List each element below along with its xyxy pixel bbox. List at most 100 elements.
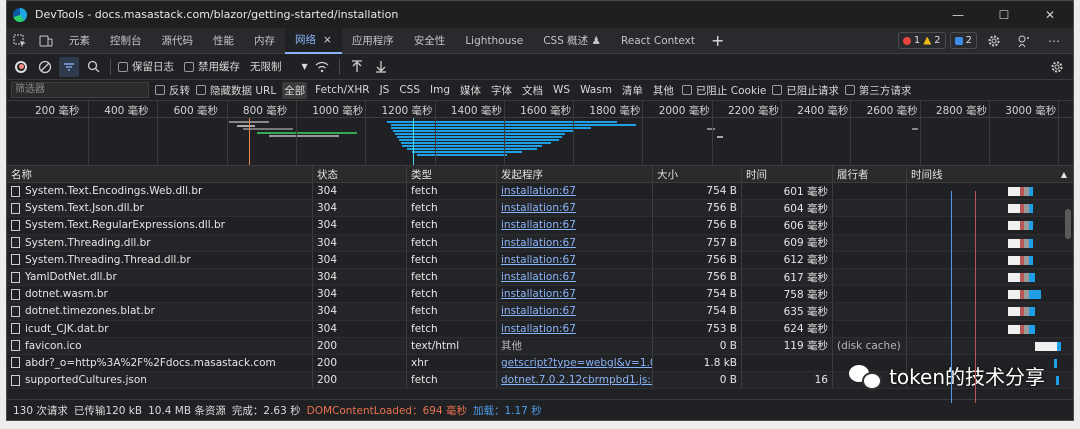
filter-type-other[interactable]: 其他 xyxy=(651,82,676,99)
header-size[interactable]: 大小 xyxy=(653,166,742,182)
tab-network[interactable]: 网络 × xyxy=(285,27,342,54)
table-row[interactable]: System.Text.RegularExpressions.dll.br 304… xyxy=(7,217,1073,235)
filter-type-ws[interactable]: WS xyxy=(551,83,572,97)
close-window-button[interactable]: ✕ xyxy=(1027,1,1073,28)
header-fulfilled-by[interactable]: 履行者 xyxy=(833,166,907,182)
filter-type-media[interactable]: 媒体 xyxy=(458,82,483,99)
cell-size: 754 B xyxy=(653,303,742,320)
customize-devtools-icon[interactable] xyxy=(1011,28,1037,54)
settings-gear-icon[interactable] xyxy=(981,28,1007,54)
inspect-element-icon[interactable] xyxy=(7,28,33,54)
cell-initiator[interactable]: installation:67 xyxy=(497,217,653,234)
tab-console[interactable]: 控制台 xyxy=(100,28,152,54)
table-row[interactable]: dotnet.wasm.br 304 fetch installation:67 754… xyxy=(7,286,1073,304)
cell-initiator[interactable]: installation:67 xyxy=(497,200,653,217)
status-text: 200 xyxy=(317,356,338,369)
cell-name: supportedCultures.json xyxy=(7,372,313,389)
table-row[interactable]: System.Threading.Thread.dll.br 304 fetch in… xyxy=(7,251,1073,269)
table-row[interactable]: favicon.ico 200 text/html 其他 0 B 119 毫秒 (disk … xyxy=(7,337,1073,355)
filter-type-wasm[interactable]: Wasm xyxy=(578,83,614,97)
device-emulation-icon[interactable] xyxy=(33,28,59,54)
table-row[interactable]: System.Text.Encodings.Web.dll.br 304 fetch… xyxy=(7,183,1073,201)
filter-type-css[interactable]: CSS xyxy=(397,83,422,97)
cell-initiator[interactable]: installation:67 xyxy=(497,234,653,251)
minimize-button[interactable]: — xyxy=(935,1,981,28)
header-name[interactable]: 名称 xyxy=(7,166,313,182)
filter-toggle-button[interactable] xyxy=(59,56,79,77)
close-tab-icon[interactable]: × xyxy=(323,34,332,46)
filter-input[interactable]: 筛选器 xyxy=(11,82,149,98)
tab-css-overview[interactable]: CSS 概述 ♟ xyxy=(533,28,611,54)
filter-type-manifest[interactable]: 清单 xyxy=(620,82,645,99)
cell-initiator[interactable]: installation:67 xyxy=(497,251,653,268)
tab-elements[interactable]: 元素 xyxy=(59,28,100,54)
filter-type-img[interactable]: Img xyxy=(428,83,452,97)
tab-application[interactable]: 应用程序 xyxy=(342,28,404,54)
network-overview[interactable]: 200 毫秒 400 毫秒 600 毫秒 800 毫秒 1000 毫秒 1200 毫秒 14… xyxy=(7,101,1073,166)
table-row[interactable]: icudt_CJK.dat.br 304 fetch installation:67 7… xyxy=(7,320,1073,338)
tab-lighthouse[interactable]: Lighthouse xyxy=(455,28,533,54)
tab-performance[interactable]: 性能 xyxy=(203,28,244,54)
info-badge[interactable]: 2 xyxy=(949,32,977,49)
filter-type-fetch-xhr[interactable]: Fetch/XHR xyxy=(313,83,371,97)
record-button[interactable] xyxy=(11,57,31,77)
disable-cache-checkbox[interactable]: 禁用缓存 xyxy=(184,59,240,74)
header-initiator[interactable]: 发起程序 xyxy=(497,166,653,182)
cell-initiator[interactable]: getscript?type=webgl&v=1.0&a... xyxy=(497,354,653,372)
filter-type-all[interactable]: 全部 xyxy=(282,81,308,99)
tab-react-context[interactable]: React Context xyxy=(611,28,705,54)
header-time[interactable]: 时间 xyxy=(742,166,833,182)
header-status[interactable]: 状态 xyxy=(313,166,407,182)
add-tab-icon[interactable]: + xyxy=(705,31,730,50)
cell-initiator[interactable]: 其他 xyxy=(497,337,653,354)
table-scrollbar[interactable] xyxy=(1065,209,1071,239)
network-conditions-wifi-icon[interactable] xyxy=(312,57,332,77)
warning-icon xyxy=(923,36,932,45)
throttling-select[interactable]: 无限制 ▼ xyxy=(250,59,308,74)
more-options-icon[interactable]: ⋯ xyxy=(1041,28,1067,54)
cell-initiator[interactable]: installation:67 xyxy=(497,286,653,303)
filter-type-js[interactable]: JS xyxy=(378,83,392,97)
title-bar: DevTools - docs.masastack.com/blazor/get… xyxy=(7,1,1073,28)
blocked-cookies-checkbox[interactable]: 已阻止 Cookie xyxy=(681,83,766,98)
issues-badge[interactable]: 1 2 xyxy=(897,32,946,49)
hide-data-urls-checkbox[interactable]: 隐藏数据 URL xyxy=(196,83,276,98)
cell-waterfall xyxy=(907,235,1071,251)
tab-security[interactable]: 安全性 xyxy=(404,28,456,54)
cell-initiator[interactable]: installation:67 xyxy=(497,183,653,200)
name-text: System.Text.Json.dll.br xyxy=(25,202,144,215)
cell-size: 0 B xyxy=(653,337,742,354)
tab-sources[interactable]: 源代码 xyxy=(152,28,204,54)
cell-waterfall xyxy=(907,183,1071,199)
table-row[interactable]: YamlDotNet.dll.br 304 fetch installation:67… xyxy=(7,268,1073,287)
export-har-icon[interactable] xyxy=(371,57,391,77)
network-settings-gear-icon[interactable] xyxy=(1047,57,1067,77)
preserve-log-checkbox[interactable]: 保留日志 xyxy=(118,59,174,74)
tab-memory[interactable]: 内存 xyxy=(244,28,285,54)
invert-checkbox[interactable]: 反转 xyxy=(155,83,190,98)
clear-button[interactable] xyxy=(35,57,55,77)
search-button[interactable] xyxy=(83,57,103,77)
header-type[interactable]: 类型 xyxy=(407,166,497,182)
maximize-button[interactable]: ☐ xyxy=(981,1,1027,28)
cell-fulfilled xyxy=(833,320,907,337)
third-party-checkbox[interactable]: 第三方请求 xyxy=(844,83,911,98)
type-text: fetch xyxy=(411,185,438,198)
header-waterfall[interactable]: 时间线 ▲ xyxy=(907,166,1071,182)
cell-status: 304 xyxy=(313,183,407,200)
cell-initiator[interactable]: dotnet.7.0.2.12cbrmpbd1.js:5 xyxy=(497,372,653,389)
initiator-text: getscript?type=webgl&v=1.0&a... xyxy=(501,356,652,369)
cell-initiator[interactable]: installation:67 xyxy=(497,268,653,286)
blocked-requests-checkbox[interactable]: 已阻止请求 xyxy=(772,83,839,98)
table-row[interactable]: System.Text.Json.dll.br 304 fetch installat… xyxy=(7,200,1073,218)
overview-request-bar xyxy=(391,127,591,129)
waterfall-download-bar xyxy=(1057,341,1061,351)
table-row[interactable]: System.Threading.dll.br 304 fetch installat… xyxy=(7,234,1073,252)
time-text: 16 xyxy=(814,374,828,387)
table-row[interactable]: dotnet.timezones.blat.br 304 fetch installa… xyxy=(7,303,1073,321)
filter-type-font[interactable]: 字体 xyxy=(489,82,514,99)
filter-type-doc[interactable]: 文档 xyxy=(520,82,545,99)
import-har-icon[interactable] xyxy=(347,57,367,77)
cell-initiator[interactable]: installation:67 xyxy=(497,303,653,320)
cell-initiator[interactable]: installation:67 xyxy=(497,320,653,337)
